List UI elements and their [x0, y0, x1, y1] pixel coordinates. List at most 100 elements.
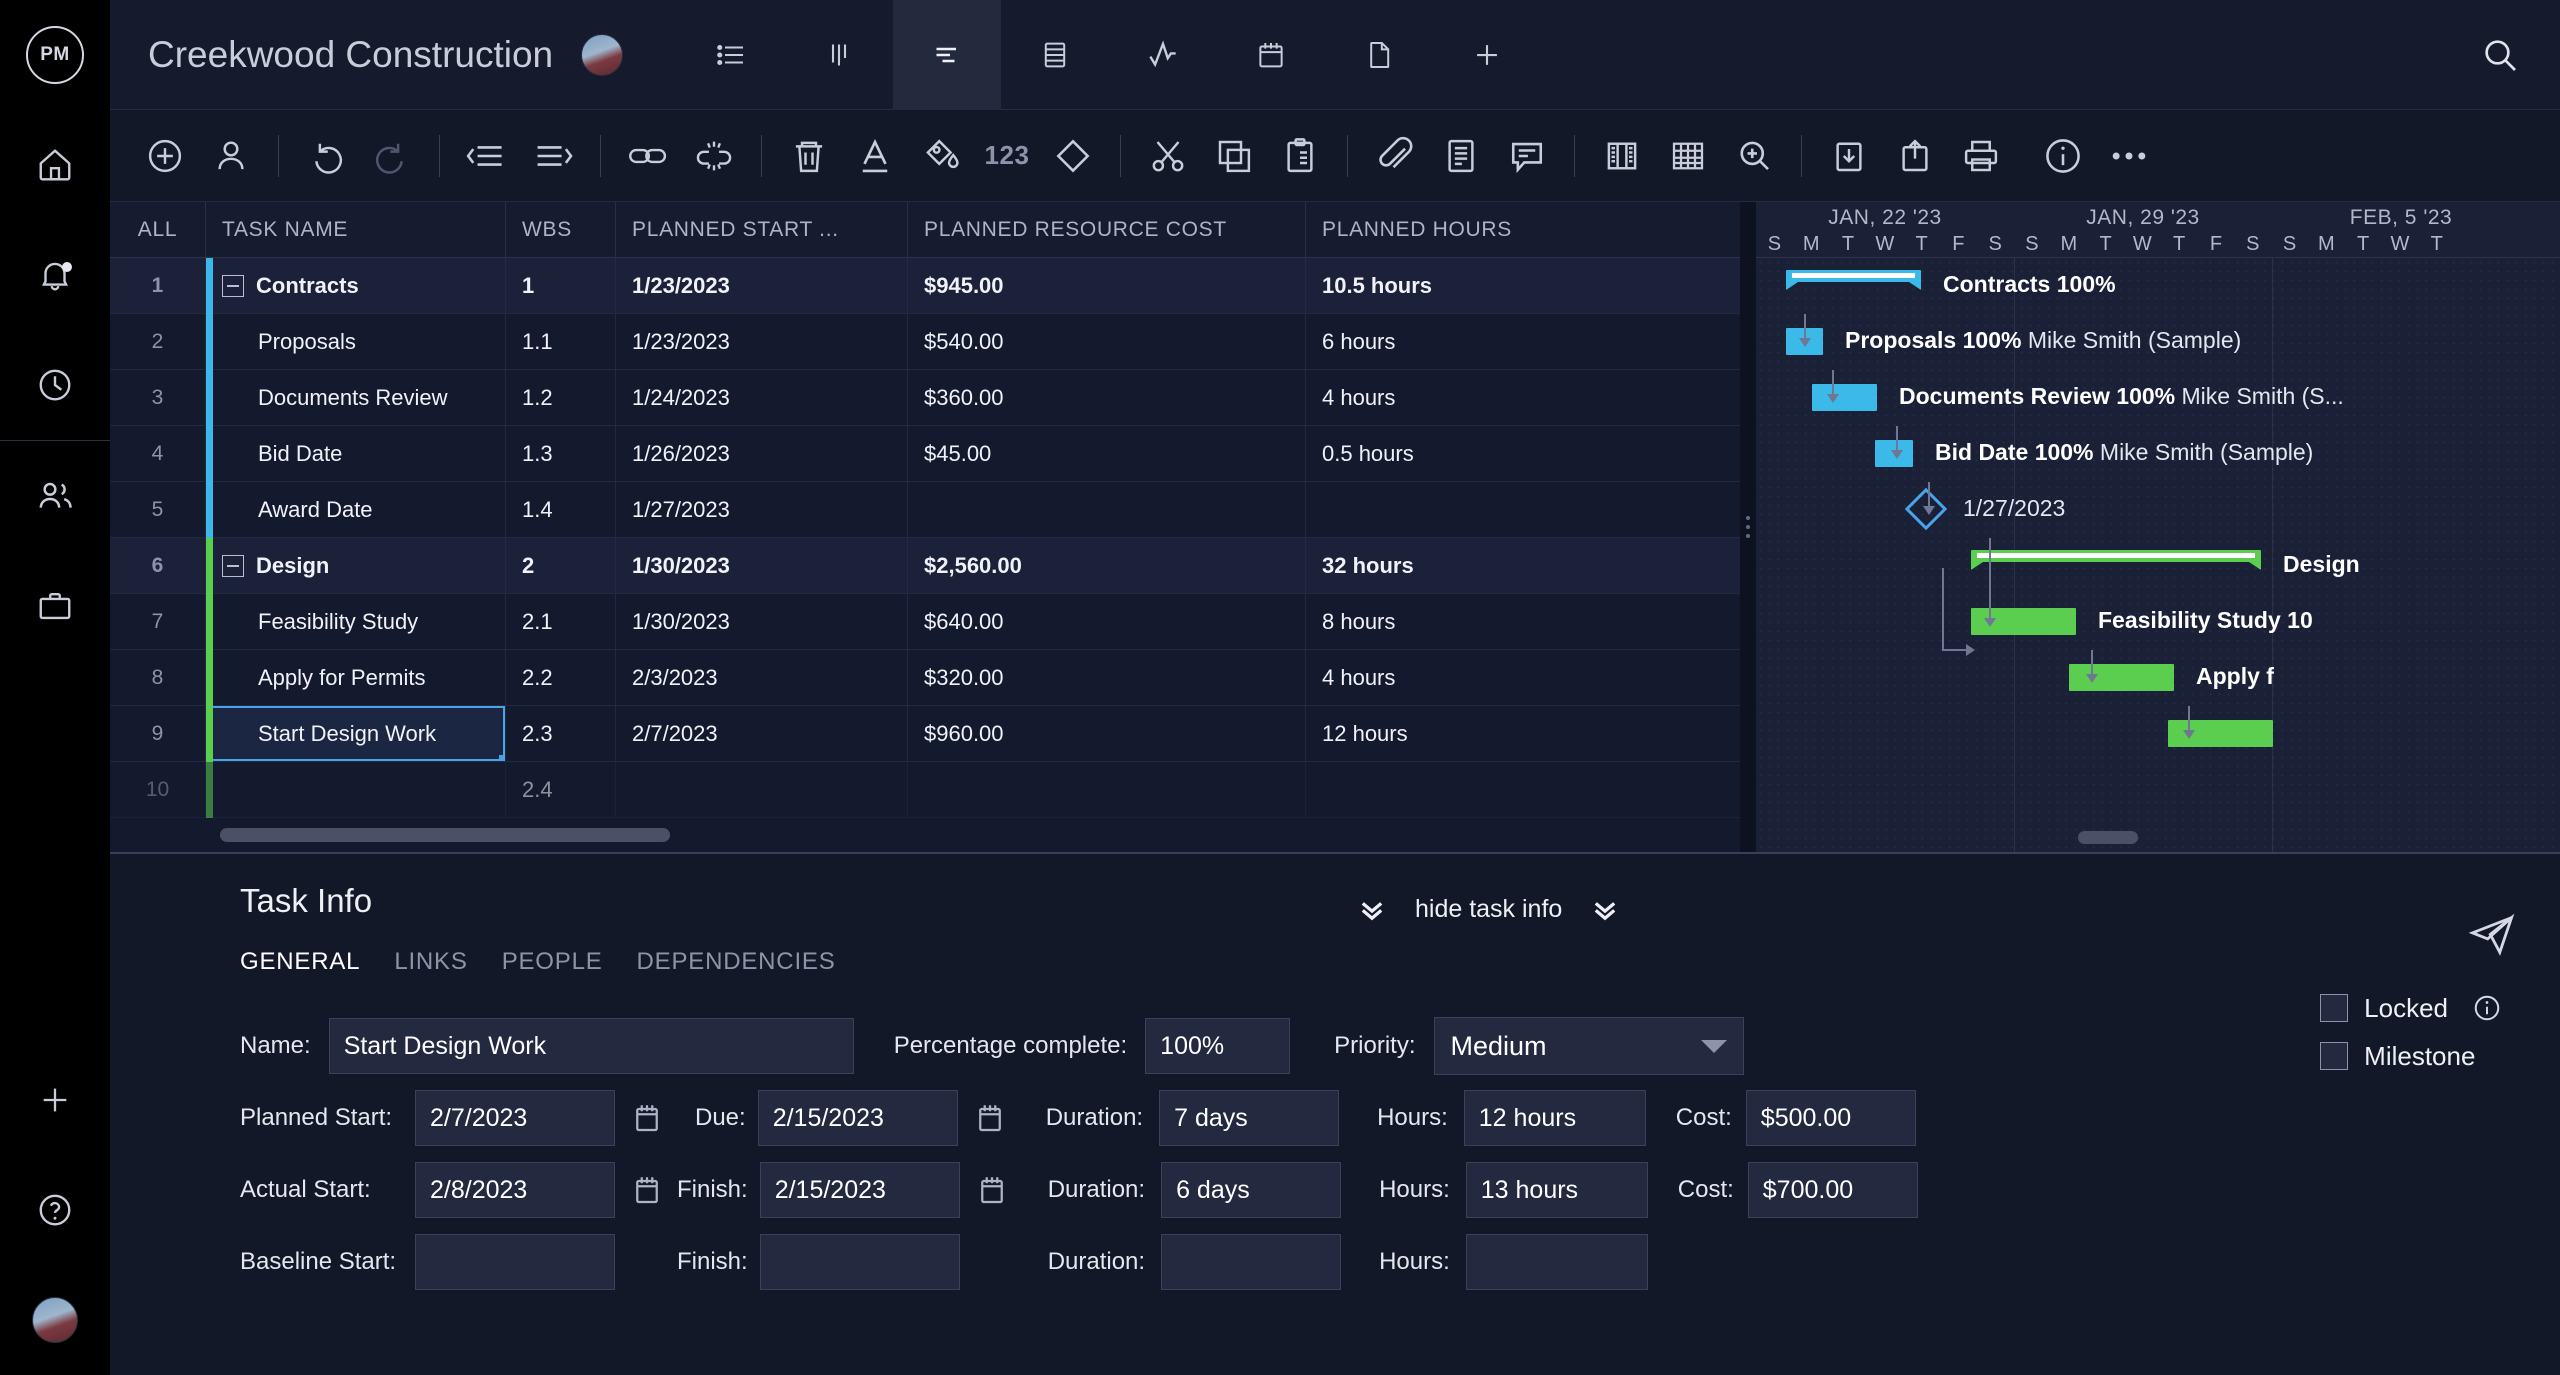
gantt-task-bar[interactable] — [1812, 384, 1877, 411]
table-row[interactable]: 8 Apply for Permits 2.2 2/3/2023 $320.00 4 ho… — [110, 650, 1740, 706]
planned-resource-cost-cell[interactable]: $320.00 — [908, 650, 1306, 705]
sidebar-item-home[interactable] — [0, 110, 110, 220]
sidebar-item-timesheets[interactable] — [0, 330, 110, 440]
columns-button[interactable] — [1589, 123, 1655, 189]
calendar-icon[interactable] — [629, 1172, 665, 1208]
planned-start-cell[interactable]: 1/30/2023 — [616, 538, 908, 593]
milestone-option[interactable]: Milestone — [2320, 1032, 2502, 1080]
table-row[interactable]: 9 Start Design Work 2.3 2/7/2023 $960.00 12 h… — [110, 706, 1740, 762]
wbs-cell[interactable]: 2.4 — [506, 762, 616, 817]
milestone-checkbox[interactable] — [2320, 1042, 2349, 1070]
row-number[interactable]: 5 — [110, 482, 206, 537]
tab-calendar-view[interactable] — [1217, 0, 1325, 110]
indent-button[interactable] — [520, 123, 586, 189]
tab-gantt-view[interactable] — [893, 0, 1002, 110]
planned-start-cell[interactable]: 1/26/2023 — [616, 426, 908, 481]
planned-resource-cost-cell[interactable]: $640.00 — [908, 594, 1306, 649]
undo-button[interactable] — [293, 123, 359, 189]
row-number[interactable]: 8 — [110, 650, 206, 705]
project-owner-avatar[interactable] — [581, 33, 624, 76]
export-button[interactable] — [1882, 123, 1948, 189]
table-row[interactable]: 7 Feasibility Study 2.1 1/30/2023 $640.00 8 h… — [110, 594, 1740, 650]
pane-splitter[interactable] — [1740, 202, 1756, 852]
wbs-cell[interactable]: 1.2 — [506, 370, 616, 425]
table-row[interactable]: 1 Contracts 1 1/23/2023 $945.00 10.5 hours — [110, 258, 1740, 314]
actual-start-field[interactable]: 2/8/2023 — [415, 1162, 615, 1218]
planned-resource-cost-cell[interactable] — [908, 762, 1306, 817]
gantt-horizontal-scrollbar[interactable] — [2077, 831, 2138, 844]
wbs-cell[interactable]: 1.4 — [506, 482, 616, 537]
task-name-cell[interactable]: Proposals — [206, 314, 506, 369]
print-button[interactable] — [1948, 123, 2014, 189]
planned-resource-cost-cell[interactable]: $945.00 — [908, 258, 1306, 313]
planned-resource-cost-cell[interactable]: $2,560.00 — [908, 538, 1306, 593]
planned-hours-cell[interactable]: 0.5 hours — [1306, 426, 1596, 481]
column-header-planned-hours[interactable]: PLANNED HOURS — [1306, 202, 1596, 257]
more-options-button[interactable] — [2096, 123, 2162, 189]
info-icon[interactable] — [2472, 993, 2502, 1023]
planned-start-cell[interactable]: 2/7/2023 — [616, 706, 908, 761]
info-button[interactable] — [2030, 123, 2096, 189]
planned-duration-field[interactable]: 7 days — [1159, 1090, 1340, 1146]
table-row[interactable]: 4 Bid Date 1.3 1/26/2023 $45.00 0.5 hours — [110, 426, 1740, 482]
tab-pages-view[interactable] — [1325, 0, 1433, 110]
task-name-cell[interactable]: Contracts — [206, 258, 506, 313]
send-button[interactable] — [2466, 909, 2518, 961]
table-row[interactable]: 2 Proposals 1.1 1/23/2023 $540.00 6 hours — [110, 314, 1740, 370]
column-header-planned-start[interactable]: PLANNED START ... — [616, 202, 908, 257]
task-name-cell[interactable]: Start Design Work — [206, 706, 506, 761]
app-logo[interactable]: PM — [0, 0, 110, 110]
scrollbar-thumb[interactable] — [220, 828, 670, 842]
milestone-button[interactable] — [1040, 123, 1106, 189]
planned-start-cell[interactable]: 1/23/2023 — [616, 258, 908, 313]
planned-hours-cell[interactable]: 6 hours — [1306, 314, 1596, 369]
zoom-in-button[interactable] — [1721, 123, 1787, 189]
tab-list-view[interactable] — [677, 0, 785, 110]
column-header-all[interactable]: ALL — [110, 202, 206, 257]
wbs-cell[interactable]: 2 — [506, 538, 616, 593]
row-number[interactable]: 1 — [110, 258, 206, 313]
planned-hours-cell[interactable] — [1306, 482, 1596, 537]
link-tasks-button[interactable] — [615, 123, 681, 189]
planned-resource-cost-cell[interactable]: $360.00 — [908, 370, 1306, 425]
tab-board-view[interactable] — [785, 0, 893, 110]
calendar-icon[interactable] — [629, 1100, 665, 1136]
finish-field[interactable]: 2/15/2023 — [759, 1162, 960, 1218]
notes-button[interactable] — [1428, 123, 1494, 189]
priority-select[interactable]: Medium — [1433, 1017, 1744, 1075]
search-button[interactable] — [2480, 35, 2520, 75]
calendar-icon[interactable] — [972, 1100, 1008, 1136]
import-button[interactable] — [1816, 123, 1882, 189]
wbs-cell[interactable]: 2.1 — [506, 594, 616, 649]
planned-resource-cost-cell[interactable]: $960.00 — [908, 706, 1306, 761]
percentage-complete-field[interactable]: 100% — [1145, 1018, 1291, 1074]
tab-people[interactable]: PEOPLE — [502, 948, 603, 980]
baseline-start-field[interactable] — [415, 1234, 615, 1290]
text-format-button[interactable] — [842, 123, 908, 189]
collapse-toggle-icon[interactable] — [222, 554, 244, 577]
row-number[interactable]: 2 — [110, 314, 206, 369]
selection-handle[interactable] — [499, 755, 505, 761]
copy-button[interactable] — [1201, 123, 1267, 189]
planned-start-field[interactable]: 2/7/2023 — [415, 1090, 615, 1146]
tab-add-view[interactable] — [1433, 0, 1541, 110]
planned-resource-cost-cell[interactable]: $540.00 — [908, 314, 1306, 369]
add-button[interactable] — [0, 1045, 110, 1155]
planned-hours-cell[interactable]: 10.5 hours — [1306, 258, 1596, 313]
row-number[interactable]: 6 — [110, 538, 206, 593]
cut-button[interactable] — [1135, 123, 1201, 189]
paste-button[interactable] — [1267, 123, 1333, 189]
wbs-cell[interactable]: 2.2 — [506, 650, 616, 705]
planned-hours-field[interactable]: 12 hours — [1463, 1090, 1646, 1146]
sidebar-item-projects[interactable] — [0, 551, 110, 661]
table-row[interactable]: 5 Award Date 1.4 1/27/2023 — [110, 482, 1740, 538]
task-name-cell[interactable]: Feasibility Study — [206, 594, 506, 649]
actual-cost-field[interactable]: $700.00 — [1747, 1162, 1918, 1218]
tab-workload-view[interactable] — [1109, 0, 1217, 110]
planned-hours-cell[interactable]: 4 hours — [1306, 650, 1596, 705]
column-header-wbs[interactable]: WBS — [506, 202, 616, 257]
planned-start-cell[interactable] — [616, 762, 908, 817]
gantt-summary-bar[interactable] — [1971, 550, 2261, 570]
attachment-button[interactable] — [1362, 123, 1428, 189]
task-name-cell[interactable]: Bid Date — [206, 426, 506, 481]
